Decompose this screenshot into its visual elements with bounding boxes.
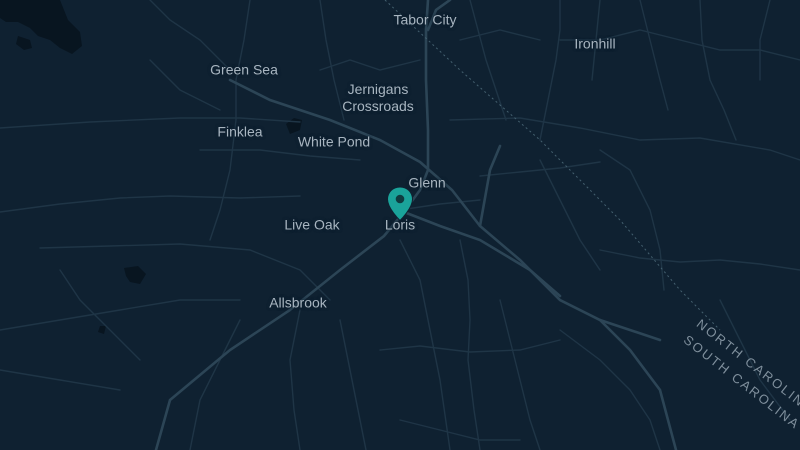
place-label-finklea: Finklea xyxy=(217,123,263,140)
place-label-tabor-city: Tabor City xyxy=(393,11,457,28)
place-label-live-oak: Live Oak xyxy=(284,216,340,233)
place-label-allsbrook: Allsbrook xyxy=(269,294,327,311)
state-border xyxy=(384,0,721,331)
location-pin-icon[interactable] xyxy=(386,186,414,222)
map-canvas[interactable]: Tabor City Ironhill Green Sea Jernigans … xyxy=(0,0,800,450)
water-bodies xyxy=(0,0,302,334)
place-label-ironhill: Ironhill xyxy=(574,35,616,52)
place-label-jernigans-crossroads: Jernigans Crossroads xyxy=(342,81,414,114)
place-label-green-sea: Green Sea xyxy=(210,61,278,78)
place-label-white-pond: White Pond xyxy=(297,133,371,150)
